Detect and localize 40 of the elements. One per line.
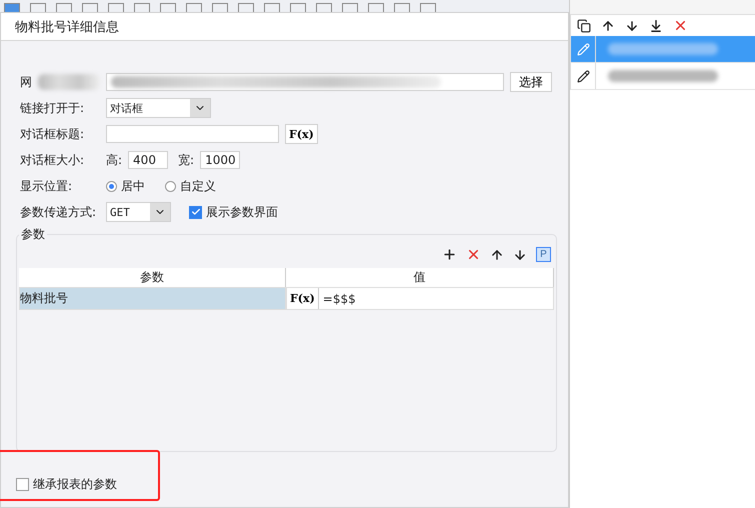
radio-label: 居中 (121, 178, 145, 194)
checkbox[interactable] (16, 478, 29, 490)
move-bottom-icon[interactable] (649, 18, 663, 32)
open-in-select[interactable]: 对话框 (106, 98, 211, 118)
width-field[interactable]: 1000 (200, 151, 240, 169)
table-cell: 物料批号 (19, 287, 286, 310)
radio-button[interactable] (106, 180, 117, 192)
dialog-title: 物料批号详细信息 (15, 18, 119, 36)
pencil-icon (576, 70, 590, 82)
radio-button[interactable] (165, 180, 176, 192)
url-field[interactable] (106, 73, 504, 91)
dialog-title-field[interactable] (106, 125, 279, 143)
copy-icon[interactable] (577, 18, 591, 32)
radio-label: 自定义 (180, 178, 216, 194)
position-label: 显示位置: (20, 178, 74, 194)
checkbox-label: 继承报表的参数 (33, 476, 117, 492)
method-select[interactable]: GET (106, 202, 171, 222)
size-label: 对话框大小: (20, 152, 86, 168)
choose-button[interactable]: 选择 (510, 72, 552, 92)
checkbox-label: 展示参数界面 (206, 204, 278, 220)
height-field[interactable]: 400 (128, 151, 168, 169)
delete-icon[interactable] (466, 247, 481, 262)
add-icon[interactable] (442, 247, 457, 262)
checkbox[interactable] (189, 206, 202, 218)
column-header: 值 (286, 268, 554, 287)
dialog-title-label: 对话框标题: (20, 126, 86, 142)
column-header: 参数 (19, 268, 286, 287)
blurred-area (38, 74, 100, 90)
delete-icon[interactable] (673, 18, 688, 33)
arrow-up-icon[interactable] (490, 248, 504, 262)
formula-button[interactable]: F(x) (285, 124, 318, 144)
parameter-button[interactable]: P (536, 247, 551, 262)
pencil-icon (576, 42, 590, 56)
group-legend: 参数 (19, 226, 47, 243)
width-label: 宽: (178, 152, 194, 168)
height-label: 高: (106, 152, 122, 168)
link-item[interactable] (570, 63, 755, 90)
open-in-label: 链接打开于: (20, 100, 86, 116)
url-label: 网 (20, 74, 32, 90)
method-label: 参数传递方式: (20, 204, 98, 220)
